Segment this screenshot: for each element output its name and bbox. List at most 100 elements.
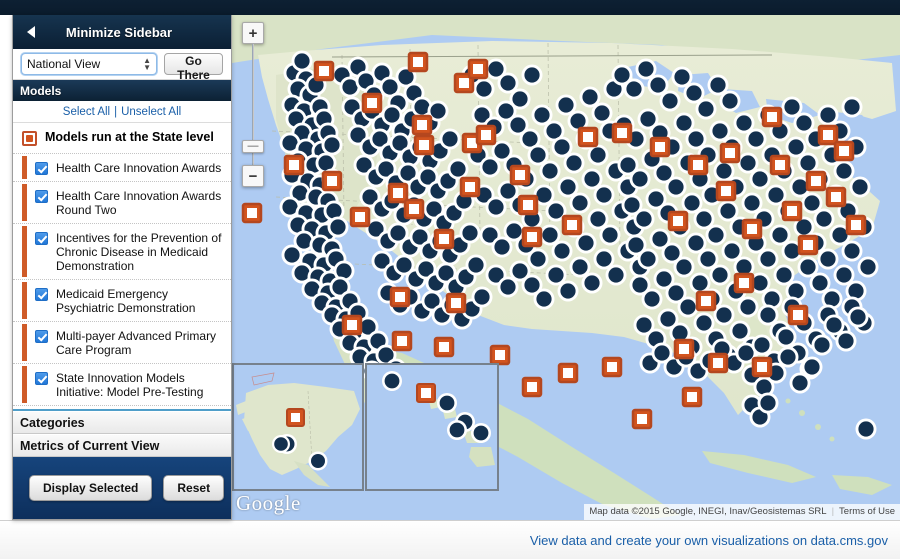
alaska-inset-map[interactable] — [232, 363, 364, 491]
orange-square-marker[interactable] — [341, 314, 363, 336]
navy-circle-marker[interactable] — [777, 346, 799, 368]
data-cms-gov-link[interactable]: View data and create your own visualizat… — [530, 533, 888, 548]
orange-square-marker[interactable] — [403, 198, 425, 220]
navy-circle-marker[interactable] — [459, 222, 481, 244]
navy-circle-marker[interactable] — [593, 184, 615, 206]
navy-circle-marker[interactable] — [677, 296, 699, 318]
zoom-out-button[interactable]: − — [242, 165, 264, 187]
navy-circle-marker[interactable] — [659, 90, 681, 112]
view-select[interactable]: National View — [20, 52, 158, 76]
navy-circle-marker[interactable] — [447, 158, 469, 180]
navy-circle-marker[interactable] — [327, 216, 349, 238]
navy-circle-marker[interactable] — [605, 264, 627, 286]
orange-square-marker[interactable] — [313, 60, 335, 82]
navy-circle-marker[interactable] — [465, 254, 487, 276]
models-list[interactable]: Models run at the State level Health Car… — [13, 123, 231, 411]
navy-circle-marker[interactable] — [849, 176, 871, 198]
orange-square-marker[interactable] — [797, 234, 819, 256]
select-all-link[interactable]: Select All — [63, 106, 110, 118]
orange-square-marker[interactable] — [389, 286, 411, 308]
navy-circle-marker[interactable] — [817, 248, 839, 270]
navy-circle-marker[interactable] — [709, 264, 731, 286]
orange-square-marker[interactable] — [833, 140, 855, 162]
orange-square-marker[interactable] — [349, 206, 371, 228]
orange-square-marker[interactable] — [509, 164, 531, 186]
navy-circle-marker[interactable] — [629, 168, 651, 190]
orange-square-marker[interactable] — [845, 214, 867, 236]
orange-square-marker[interactable] — [769, 154, 791, 176]
orange-square-marker[interactable] — [467, 58, 489, 80]
orange-square-marker[interactable] — [741, 218, 763, 240]
triangle-left-icon[interactable] — [27, 26, 35, 38]
navy-circle-marker[interactable] — [745, 128, 767, 150]
orange-square-marker[interactable] — [433, 228, 455, 250]
navy-circle-marker[interactable] — [713, 304, 735, 326]
navy-circle-marker[interactable] — [835, 330, 857, 352]
orange-square-marker[interactable] — [577, 126, 599, 148]
navy-circle-marker[interactable] — [841, 96, 863, 118]
navy-circle-marker[interactable] — [291, 50, 313, 72]
navy-circle-marker[interactable] — [665, 176, 687, 198]
navy-circle-marker[interactable] — [695, 98, 717, 120]
navy-circle-marker[interactable] — [563, 152, 585, 174]
navy-circle-marker[interactable] — [801, 356, 823, 378]
orange-square-marker[interactable] — [407, 51, 429, 73]
navy-circle-marker[interactable] — [641, 288, 663, 310]
navy-circle-marker[interactable] — [719, 90, 741, 112]
model-row[interactable]: Medicaid Emergency Psychiatric Demonstra… — [13, 280, 231, 322]
navy-circle-marker[interactable] — [551, 240, 573, 262]
orange-square-marker[interactable] — [715, 180, 737, 202]
navy-circle-marker[interactable] — [581, 272, 603, 294]
orange-square-marker[interactable] — [387, 182, 409, 204]
orange-square-marker[interactable] — [521, 226, 543, 248]
orange-square-marker[interactable] — [413, 134, 435, 156]
orange-square-marker[interactable] — [631, 408, 653, 430]
orange-square-marker[interactable] — [517, 194, 539, 216]
model-checkbox[interactable] — [35, 232, 48, 245]
model-checkbox[interactable] — [35, 190, 48, 203]
model-checkbox[interactable] — [35, 288, 48, 301]
navy-circle-marker[interactable] — [633, 208, 655, 230]
navy-circle-marker[interactable] — [321, 134, 343, 156]
orange-square-marker[interactable] — [459, 176, 481, 198]
navy-circle-marker[interactable] — [673, 256, 695, 278]
orange-square-marker[interactable] — [707, 352, 729, 374]
model-checkbox[interactable] — [35, 372, 48, 385]
navy-circle-marker[interactable] — [833, 160, 855, 182]
model-row[interactable]: Health Care Innovation Awards Round Two — [13, 182, 231, 224]
navy-circle-marker[interactable] — [557, 280, 579, 302]
orange-square-marker[interactable] — [761, 106, 783, 128]
navy-circle-marker[interactable] — [587, 144, 609, 166]
model-row[interactable]: Incentives for the Prevention of Chronic… — [13, 224, 231, 280]
orange-square-marker[interactable] — [361, 92, 383, 114]
model-row[interactable]: Multi-payer Advanced Primary Care Progra… — [13, 322, 231, 364]
navy-circle-marker[interactable] — [857, 256, 879, 278]
navy-circle-marker[interactable] — [749, 168, 771, 190]
navy-circle-marker[interactable] — [757, 248, 779, 270]
model-row[interactable]: State Innovation Models Initiative: Mode… — [13, 364, 231, 406]
navy-circle-marker[interactable] — [813, 208, 835, 230]
go-there-button[interactable]: Go There — [164, 53, 223, 82]
navy-circle-marker[interactable] — [591, 102, 613, 124]
navy-circle-marker[interactable] — [539, 160, 561, 182]
orange-square-marker[interactable] — [667, 210, 689, 232]
orange-square-marker[interactable] — [601, 356, 623, 378]
navy-circle-marker[interactable] — [527, 248, 549, 270]
orange-square-marker[interactable] — [557, 362, 579, 384]
categories-section-header[interactable]: Categories — [13, 411, 231, 434]
model-checkbox[interactable] — [35, 330, 48, 343]
orange-square-marker[interactable] — [391, 330, 413, 352]
metrics-section-header[interactable]: Metrics of Current View — [13, 434, 231, 457]
navy-circle-marker[interactable] — [841, 240, 863, 262]
navy-circle-marker[interactable] — [705, 224, 727, 246]
navy-circle-marker[interactable] — [737, 296, 759, 318]
map-canvas[interactable]: + — − Google Map data ©2015 Google, INEG… — [232, 15, 900, 520]
navy-circle-marker[interactable] — [623, 78, 645, 100]
model-row[interactable]: Health Care Innovation Awards — [13, 154, 231, 182]
orange-square-marker[interactable] — [611, 122, 633, 144]
orange-square-marker[interactable] — [687, 154, 709, 176]
orange-square-marker[interactable] — [521, 376, 543, 398]
orange-square-marker[interactable] — [475, 124, 497, 146]
orange-square-marker[interactable] — [695, 290, 717, 312]
navy-circle-marker[interactable] — [281, 244, 303, 266]
